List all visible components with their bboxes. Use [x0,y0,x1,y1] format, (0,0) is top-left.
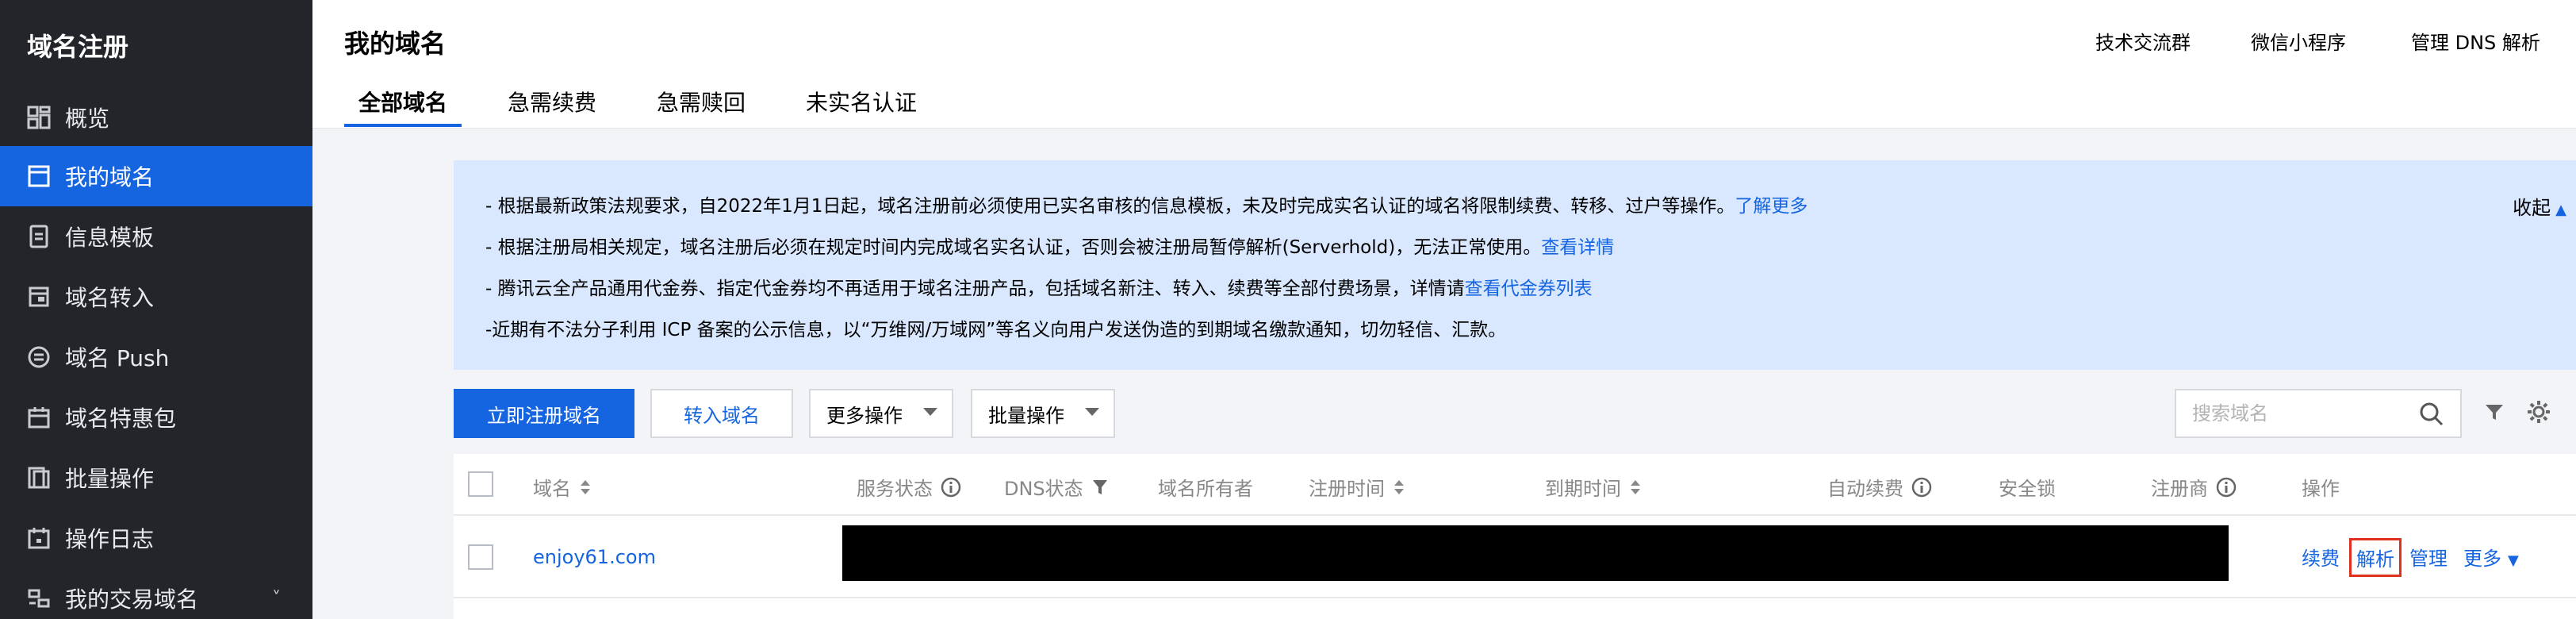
column-security-lock: 安全锁 [1999,478,2056,500]
tab-renew-needed[interactable]: 急需续费 [493,89,611,127]
app-root: 域名注册 概览 我的域名 信息模板 域名转入 域名 Push 域名特惠包 批量操… [0,0,2576,619]
batch-copy-icon [27,466,51,490]
sidebar-item-label: 我的域名 [65,164,155,190]
sidebar: 域名注册 概览 我的域名 信息模板 域名转入 域名 Push 域名特惠包 批量操… [0,0,312,619]
row-checkbox[interactable] [468,544,493,570]
filter-icon[interactable] [2481,398,2508,425]
tab-unverified[interactable]: 未实名认证 [792,89,931,127]
table-header: 域名 服务状态 DNS状态 域名所有者 注册时间 到期时间 自动续费 安全锁 注… [454,454,2576,516]
transfer-domain-button[interactable]: 转入域名 [650,389,793,438]
caret-down-icon [923,408,937,416]
page-header: 我的域名 技术交流群 微信小程序 管理 DNS 解析 全部域名 急需续费 急需赎… [312,0,2576,129]
page-title: 我的域名 [344,29,447,59]
column-owner: 域名所有者 [1158,478,1253,500]
sidebar-item-overview[interactable]: 概览 [0,87,312,148]
collapse-button[interactable]: 收起 ▲ [2513,192,2566,220]
voucher-list-link[interactable]: 查看代金券列表 [1465,279,1593,299]
manage-action[interactable]: 管理 [2409,543,2448,571]
sidebar-item-label: 操作日志 [65,526,155,552]
manage-dns-link[interactable]: 管理 DNS 解析 [2411,27,2540,55]
table-row: enjoy61.com 续费 解析 管理 更多 ▼ [454,516,2576,598]
select-all-checkbox[interactable] [468,471,493,497]
notice-line: -近期有不法分子利用 ICP 备案的公示信息，以“万维网/万域网”等名义向用户发… [485,320,1507,340]
column-domain[interactable]: 域名 [533,473,592,501]
caret-down-icon [1085,408,1099,416]
search-icon[interactable] [2419,402,2444,427]
sidebar-item-transfer-in[interactable]: 域名转入 [0,267,312,327]
notice-line: - 腾讯云全产品通用代金券、指定代金券均不再适用于域名注册产品，包括域名新注、转… [485,279,1593,299]
sidebar-item-special-offers[interactable]: 域名特惠包 [0,387,312,448]
domain-table: 域名 服务状态 DNS状态 域名所有者 注册时间 到期时间 自动续费 安全锁 注… [454,454,2576,619]
sidebar-item-templates[interactable]: 信息模板 [0,206,312,267]
renew-action[interactable]: 续费 [2302,543,2340,571]
search-box [2175,389,2462,438]
caret-down-icon: ▼ [2508,552,2519,569]
trade-icon [27,586,51,610]
column-dns-status[interactable]: DNS状态 [1004,473,1109,501]
sort-icon [581,479,590,494]
sidebar-item-logs[interactable]: 操作日志 [0,508,312,568]
chevron-down-icon[interactable]: ˅ [272,589,281,609]
more-action[interactable]: 更多 ▼ [2463,543,2519,571]
sidebar-title: 域名注册 [27,32,129,62]
gear-icon[interactable] [2525,398,2552,425]
column-auto-renew: 自动续费 [1827,473,1932,501]
filter-icon [1092,479,1107,494]
sidebar-item-label: 批量操作 [65,466,155,492]
notice-banner: - 根据最新政策法规要求，自2022年1月1日起，域名注册前必须使用已实名审核的… [454,160,2576,370]
sidebar-item-trade-domains[interactable]: 我的交易域名 ˅ [0,568,312,619]
gift-calendar-icon [27,406,51,429]
column-registered-at[interactable]: 注册时间 [1309,473,1405,501]
info-icon[interactable] [2216,477,2237,498]
caret-up-icon: ▲ [2555,202,2566,218]
column-expires-at[interactable]: 到期时间 [1545,473,1642,501]
tab-redeem-needed[interactable]: 急需赎回 [642,89,760,127]
sidebar-item-label: 我的交易域名 [65,586,199,613]
sort-icon [1394,479,1404,494]
notice-line: - 根据注册局相关规定，域名注册后必须在规定时间内完成域名实名认证，否则会被注册… [485,237,1615,258]
tab-bar: 全部域名 急需续费 急需赎回 未实名认证 [344,89,963,127]
domain-link[interactable]: enjoy61.com [533,546,656,568]
column-registrar: 注册商 [2151,473,2237,501]
tab-all-domains[interactable]: 全部域名 [344,89,462,127]
info-icon[interactable] [1911,477,1932,498]
resolve-action[interactable]: 解析 [2349,538,2402,577]
column-actions: 操作 [2302,478,2340,500]
document-icon [27,225,51,248]
browser-window-icon [27,164,51,188]
push-icon [27,345,51,369]
sidebar-item-push[interactable]: 域名 Push [0,327,312,387]
sidebar-item-my-domains[interactable]: 我的域名 [0,146,312,206]
sidebar-item-label: 信息模板 [65,225,155,251]
dashboard-icon [27,106,51,129]
sidebar-item-label: 概览 [65,106,110,132]
sidebar-item-label: 域名转入 [65,285,155,311]
tech-group-link[interactable]: 技术交流群 [2095,27,2191,55]
calendar-log-icon [27,526,51,550]
batch-actions-dropdown[interactable]: 批量操作 [971,389,1115,438]
column-service-status: 服务状态 [857,473,961,501]
sort-icon [1631,479,1640,494]
register-domain-button[interactable]: 立即注册域名 [454,389,634,438]
learn-more-link[interactable]: 了解更多 [1735,196,1807,217]
redacted-area [842,525,2229,581]
info-icon[interactable] [941,477,961,498]
sidebar-item-label: 域名特惠包 [65,406,177,432]
wechat-miniprogram-link[interactable]: 微信小程序 [2251,27,2346,55]
view-details-link[interactable]: 查看详情 [1541,237,1614,258]
sidebar-item-label: 域名 Push [65,345,170,371]
transfer-in-icon [27,285,51,309]
search-input[interactable] [2176,390,2406,436]
notice-line: - 根据最新政策法规要求，自2022年1月1日起，域名注册前必须使用已实名审核的… [485,196,1808,217]
more-actions-dropdown[interactable]: 更多操作 [809,389,953,438]
sidebar-item-batch[interactable]: 批量操作 [0,448,312,508]
